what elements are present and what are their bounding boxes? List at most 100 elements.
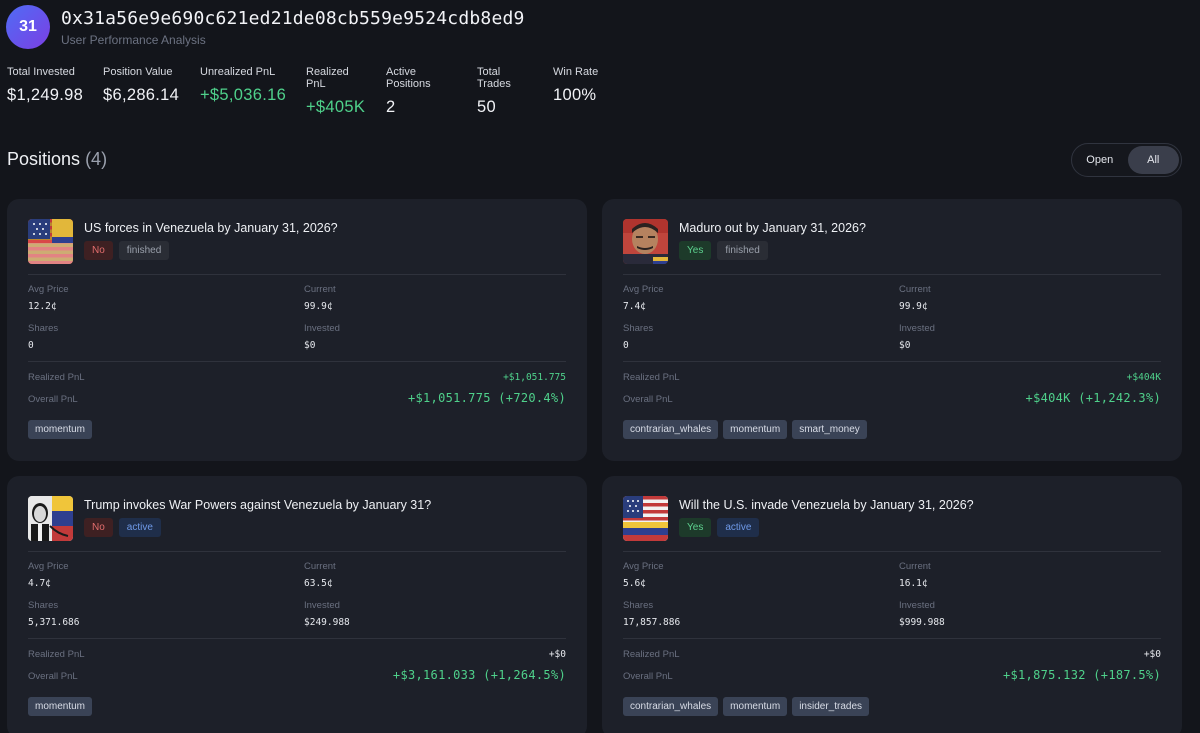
- shares-label: Shares: [623, 323, 654, 334]
- stat-win-rate: Win Rate 100%: [553, 66, 599, 104]
- realized-pnl-value: +$404K: [1126, 372, 1161, 383]
- overall-pnl-value: +$404K (+1,242.3%): [1025, 391, 1161, 405]
- overall-pnl-label: Overall PnL: [28, 671, 78, 682]
- strategy-tag[interactable]: momentum: [723, 697, 788, 716]
- divider: [623, 551, 1161, 552]
- avg-price-value: 5.6¢: [623, 578, 646, 589]
- market-title[interactable]: Maduro out by January 31, 2026?: [679, 221, 866, 235]
- invested-label: Invested: [899, 323, 935, 334]
- strategy-tag[interactable]: contrarian_whales: [623, 420, 719, 439]
- trump-venezuela-flag-icon: [28, 496, 73, 541]
- overall-pnl-label: Overall PnL: [28, 394, 78, 405]
- realized-pnl-value: +$1,051.775: [503, 372, 566, 383]
- shares-label: Shares: [28, 600, 59, 611]
- stat-active-positions: Active Positions 2: [386, 66, 431, 116]
- shares-value: 5,371.686: [28, 617, 80, 628]
- position-card[interactable]: Will the U.S. invade Venezuela by Januar…: [602, 476, 1182, 733]
- strategy-tags: contrarian_whales momentum smart_money: [623, 420, 872, 439]
- strategy-tag[interactable]: momentum: [723, 420, 788, 439]
- strategy-tags: contrarian_whales momentum insider_trade…: [623, 697, 874, 716]
- shares-label: Shares: [623, 600, 654, 611]
- strategy-tag[interactable]: momentum: [28, 420, 93, 439]
- stat-position-value: Position Value $6,286.14: [103, 66, 180, 104]
- overall-pnl-value: +$3,161.033 (+1,264.5%): [392, 668, 566, 682]
- wallet-address: 0x31a56e9e690c621ed21de08cb559e9524cdb8e…: [61, 7, 525, 29]
- avatar: 31: [6, 5, 50, 49]
- divider: [28, 638, 566, 639]
- outcome-badge: No: [84, 241, 113, 260]
- avg-price-value: 4.7¢: [28, 578, 51, 589]
- current-value: 99.9¢: [899, 301, 928, 312]
- invested-label: Invested: [304, 323, 340, 334]
- current-label: Current: [899, 561, 931, 572]
- avg-price-label: Avg Price: [28, 284, 69, 295]
- filter-all-button[interactable]: All: [1127, 146, 1179, 174]
- invested-label: Invested: [304, 600, 340, 611]
- overall-pnl-value: +$1,875.132 (+187.5%): [1002, 668, 1161, 682]
- overall-pnl-value: +$1,051.775 (+720.4%): [407, 391, 566, 405]
- invested-value: $0: [899, 340, 911, 351]
- status-badge: active: [118, 518, 161, 537]
- position-card[interactable]: Maduro out by January 31, 2026? Yes fini…: [602, 199, 1182, 461]
- invested-label: Invested: [899, 600, 935, 611]
- realized-pnl-value: +$0: [548, 649, 566, 660]
- market-title[interactable]: Trump invokes War Powers against Venezue…: [84, 498, 431, 512]
- positions-heading: Positions (4): [7, 149, 108, 169]
- us-venezuela-flag-icon: [28, 219, 73, 264]
- current-value: 99.9¢: [304, 301, 333, 312]
- realized-pnl-label: Realized PnL: [623, 649, 680, 660]
- stat-unrealized-pnl: Unrealized PnL +$5,036.16: [200, 66, 287, 104]
- outcome-badge: No: [84, 518, 113, 537]
- divider: [28, 274, 566, 275]
- divider: [623, 361, 1161, 362]
- shares-value: 0: [623, 340, 629, 351]
- avg-price-value: 12.2¢: [28, 301, 57, 312]
- filter-open-button[interactable]: Open: [1074, 146, 1126, 174]
- position-card[interactable]: Trump invokes War Powers against Venezue…: [7, 476, 587, 733]
- us-venezuela-split-flag-icon: [623, 496, 668, 541]
- current-value: 63.5¢: [304, 578, 333, 589]
- outcome-badge: Yes: [679, 241, 712, 260]
- overall-pnl-label: Overall PnL: [623, 671, 673, 682]
- stats-bar: Total Invested $1,249.98 Position Value …: [7, 66, 635, 117]
- maduro-portrait-icon: [623, 219, 668, 264]
- divider: [623, 274, 1161, 275]
- strategy-tag[interactable]: momentum: [28, 697, 93, 716]
- invested-value: $0: [304, 340, 316, 351]
- strategy-tags: momentum: [28, 420, 97, 439]
- positions-count: (4): [85, 149, 108, 169]
- avg-price-value: 7.4¢: [623, 301, 646, 312]
- current-label: Current: [899, 284, 931, 295]
- status-badge: finished: [717, 241, 768, 260]
- current-value: 16.1¢: [899, 578, 928, 589]
- divider: [623, 638, 1161, 639]
- strategy-tag[interactable]: insider_trades: [792, 697, 869, 716]
- shares-value: 17,857.886: [623, 617, 681, 628]
- current-label: Current: [304, 284, 336, 295]
- strategy-tag[interactable]: contrarian_whales: [623, 697, 719, 716]
- avg-price-label: Avg Price: [623, 561, 664, 572]
- realized-pnl-label: Realized PnL: [28, 649, 85, 660]
- avg-price-label: Avg Price: [28, 561, 69, 572]
- invested-value: $999.988: [899, 617, 945, 628]
- overall-pnl-label: Overall PnL: [623, 394, 673, 405]
- shares-label: Shares: [28, 323, 59, 334]
- avg-price-label: Avg Price: [623, 284, 664, 295]
- current-label: Current: [304, 561, 336, 572]
- market-title[interactable]: Will the U.S. invade Venezuela by Januar…: [679, 498, 974, 512]
- market-title[interactable]: US forces in Venezuela by January 31, 20…: [84, 221, 338, 235]
- realized-pnl-label: Realized PnL: [623, 372, 680, 383]
- user-header: 31 0x31a56e9e690c621ed21de08cb559e9524cd…: [6, 4, 525, 50]
- divider: [28, 361, 566, 362]
- page-subtitle: User Performance Analysis: [61, 32, 206, 47]
- realized-pnl-value: +$0: [1143, 649, 1161, 660]
- position-filter-toggle: Open All: [1071, 143, 1182, 177]
- status-badge: active: [717, 518, 760, 537]
- position-card[interactable]: US forces in Venezuela by January 31, 20…: [7, 199, 587, 461]
- shares-value: 0: [28, 340, 34, 351]
- realized-pnl-label: Realized PnL: [28, 372, 85, 383]
- status-badge: finished: [118, 241, 170, 260]
- strategy-tag[interactable]: smart_money: [792, 420, 867, 439]
- strategy-tags: momentum: [28, 697, 97, 716]
- stat-realized-pnl: Realized PnL +$405K: [306, 66, 366, 116]
